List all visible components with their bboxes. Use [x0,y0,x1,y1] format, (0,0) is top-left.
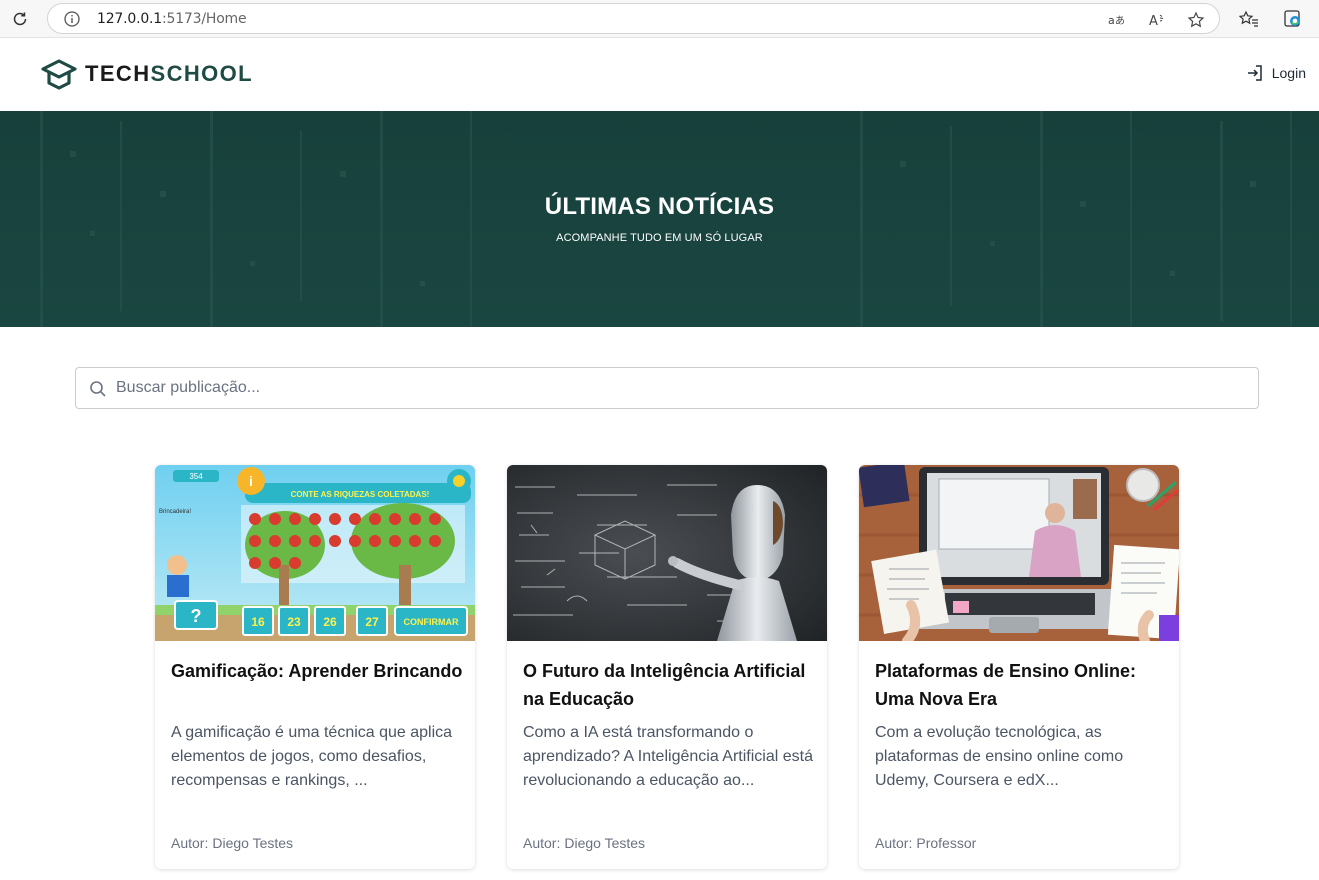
svg-text:あ: あ [1115,15,1125,27]
post-description: A gamificação é uma técnica que aplica e… [171,724,453,789]
brand-name-school: SCHOOL [150,61,254,86]
game-question-mark: ? [191,606,202,626]
url-path: :5173/Home [162,11,247,27]
author-prefix: Autor: [171,835,209,851]
search-icon [90,381,106,397]
game-option: 16 [251,615,265,629]
read-aloud-icon[interactable]: A [1147,10,1167,30]
brand-name: TECHSCHOOL [85,61,253,87]
post-card[interactable]: O Futuro da Inteligência Artificial na E… [507,465,827,869]
url-text[interactable]: 127.0.0.1:5173/Home [97,11,247,27]
address-bar[interactable]: 127.0.0.1:5173/Home aあ A [47,3,1220,34]
post-title[interactable]: Plataformas de Ensino Online: Uma Nova E… [875,657,1167,713]
post-image-gamification: CONTE AS RIQUEZAS COLETADAS! i 354 Brinc… [155,465,475,641]
game-option: 27 [365,615,379,629]
author-prefix: Autor: [523,835,561,851]
favorites-list-icon[interactable] [1238,8,1260,30]
login-label: Login [1271,65,1306,81]
post-card[interactable]: CONTE AS RIQUEZAS COLETADAS! i 354 Brinc… [155,465,475,869]
game-banner-text: CONTE AS RIQUEZAS COLETADAS! [291,490,430,499]
brand-logo[interactable]: TECHSCHOOL [40,56,253,92]
game-option: 26 [323,615,337,629]
author-name: Diego Testes [564,835,646,851]
author-name: Professor [916,835,977,851]
game-confirm-label: CONFIRMAR [404,617,459,627]
search-input[interactable] [116,368,1246,408]
author-prefix: Autor: [875,835,913,851]
favorite-star-icon[interactable] [1186,10,1206,30]
svg-text:A: A [1149,14,1158,28]
info-icon[interactable] [63,10,81,28]
brand-name-tech: TECH [85,61,151,86]
post-description: Com a evolução tecnológica, as plataform… [875,724,1124,789]
post-author: Autor: Diego Testes [523,835,645,851]
author-name: Diego Testes [212,835,294,851]
hero-subtitle: ACOMPANHE TUDO EM UM SÓ LUGAR [556,232,763,244]
post-author: Autor: Professor [875,835,976,851]
translate-icon[interactable]: aあ [1107,10,1127,30]
post-image-online-learning [859,465,1179,641]
site-header: TECHSCHOOL Login [0,38,1319,111]
game-player-label: Brincadeira! [159,509,191,515]
post-card[interactable]: Plataformas de Ensino Online: Uma Nova E… [859,465,1179,869]
game-option: 23 [287,615,301,629]
game-score: 354 [189,472,203,481]
browser-toolbar: 127.0.0.1:5173/Home aあ A [0,0,1319,38]
reload-icon[interactable] [8,7,32,31]
post-description: Como a IA está transformando o aprendiza… [523,724,813,789]
search-box[interactable] [75,367,1259,409]
svg-text:a: a [1108,14,1115,27]
post-title[interactable]: O Futuro da Inteligência Artificial na E… [523,657,815,713]
post-author: Autor: Diego Testes [171,835,293,851]
login-button[interactable]: Login [1246,64,1306,82]
hero-title: ÚLTIMAS NOTÍCIAS [544,193,775,220]
svg-text:i: i [249,473,253,489]
post-title[interactable]: Gamificação: Aprender Brincando [171,657,463,685]
hero-banner: ÚLTIMAS NOTÍCIAS ACOMPANHE TUDO EM UM SÓ… [0,111,1319,327]
graduation-cap-icon [41,59,77,90]
url-host: 127.0.0.1 [97,11,162,27]
edge-collections-icon[interactable] [1282,8,1304,30]
login-icon [1247,65,1262,81]
post-image-ai-chalkboard [507,465,827,641]
